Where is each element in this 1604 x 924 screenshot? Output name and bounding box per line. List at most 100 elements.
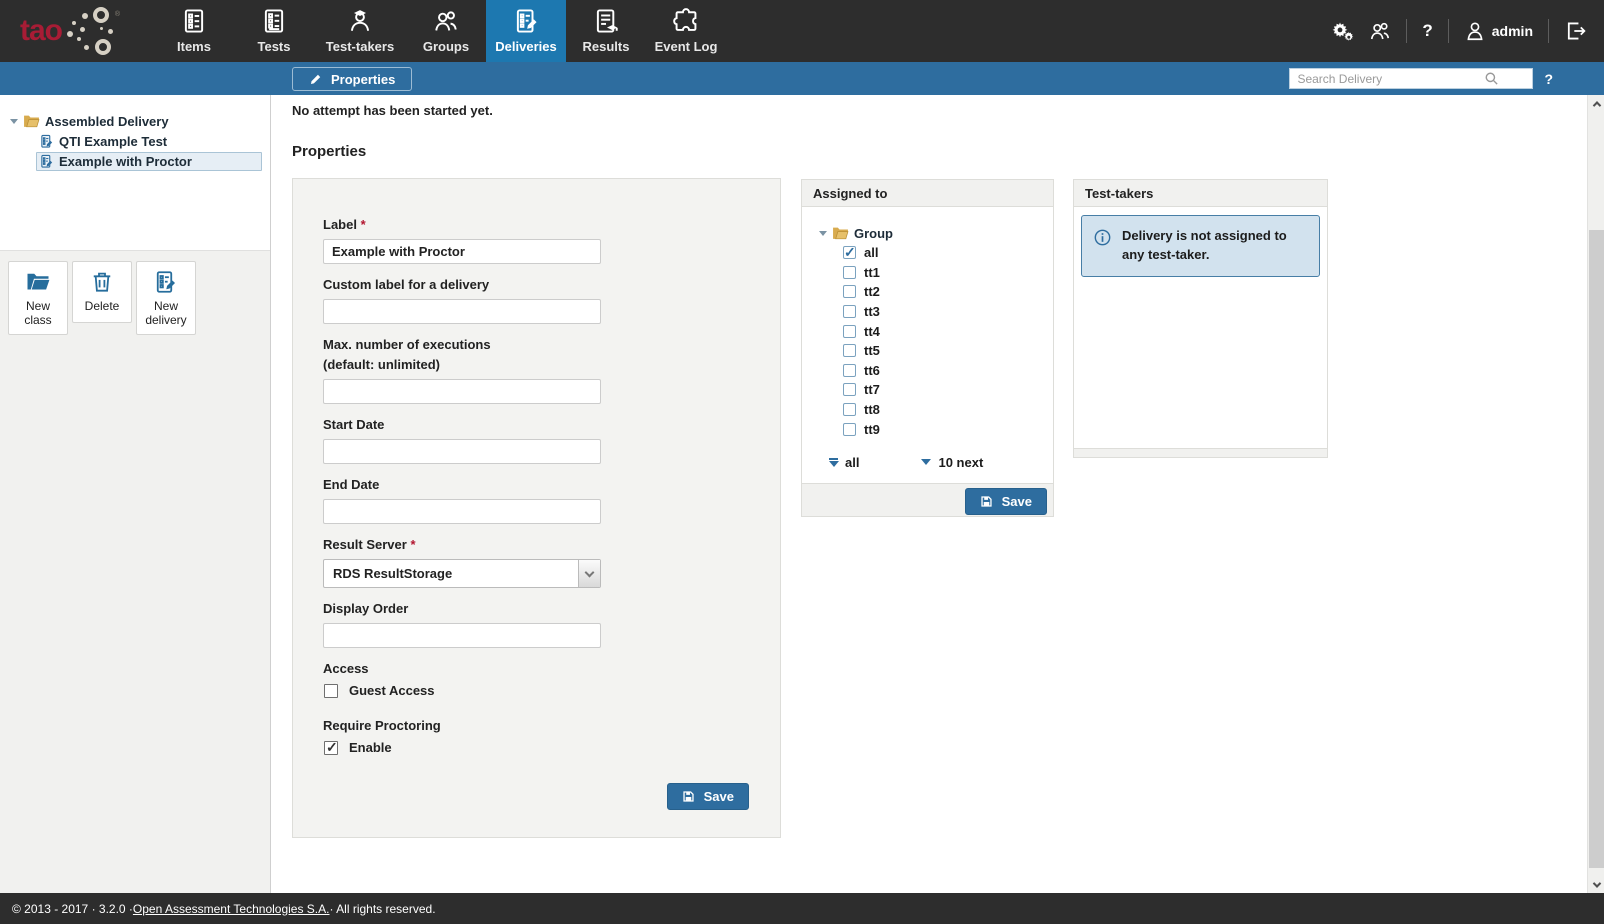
save-floppy-icon [980,495,993,508]
help-icon[interactable]: ? [1422,21,1432,41]
tree-node-example-with-proctor[interactable]: Example with Proctor [36,152,262,171]
group-tree-node[interactable]: Group [819,223,1053,243]
nav-tab-results[interactable]: Results [566,0,646,62]
show-all-link[interactable]: all [828,455,859,470]
action-button-label: New delivery [139,300,193,328]
new-class-button[interactable]: New class [8,261,68,335]
display-order-field[interactable] [323,623,601,648]
user-menu[interactable]: admin [1464,20,1533,42]
select-dropdown-button[interactable] [578,560,600,587]
chevron-down-icon [1592,879,1600,887]
resource-sidebar: Assembled Delivery QTI Example Test Exam… [0,95,271,893]
tree-node-label[interactable]: QTI Example Test [59,134,167,149]
assign-option-label[interactable]: tt5 [864,343,880,358]
assigned-to-header: Assigned to [802,180,1053,207]
assign-option-label[interactable]: tt4 [864,324,880,339]
delivery-tree: Assembled Delivery QTI Example Test Exam… [0,95,270,171]
nav-tab-test-takers[interactable]: Test-takers [314,0,406,62]
assign-option-row[interactable]: tt2 [843,282,1053,302]
user-icon [1464,20,1486,42]
result-server-select[interactable]: RDS ResultStorage [323,559,601,588]
assign-checkbox[interactable] [843,364,856,377]
scroll-up-button[interactable] [1588,95,1604,112]
tree-node-qti-example-test[interactable]: QTI Example Test [36,132,262,151]
assign-checkbox[interactable] [843,266,856,279]
settings-gears-icon[interactable] [1332,20,1354,42]
caret-down-icon[interactable] [819,231,827,236]
proctoring-enable-label: Enable [349,740,392,755]
tree-node-label[interactable]: Assembled Delivery [45,114,169,129]
nav-tab-tests[interactable]: Tests [234,0,314,62]
new-delivery-button[interactable]: New delivery [136,261,196,335]
assign-option-label[interactable]: tt3 [864,304,880,319]
nav-tab-event-log[interactable]: Event Log [646,0,726,62]
guest-access-checkbox[interactable] [324,684,338,698]
assign-checkbox[interactable] [843,383,856,396]
assign-option-label[interactable]: tt7 [864,382,880,397]
logout-icon[interactable] [1564,20,1586,42]
tao-logo[interactable]: tao ® [0,0,142,62]
info-icon [1094,229,1111,246]
assign-checkbox[interactable] [843,305,856,318]
assign-option-label[interactable]: tt8 [864,402,880,417]
assign-option-label[interactable]: tt2 [864,284,880,299]
oat-link[interactable]: Open Assessment Technologies S.A. [133,902,330,916]
assign-option-label[interactable]: all [864,245,878,260]
assign-option-row[interactable]: all [843,243,1053,263]
properties-button[interactable]: Properties [292,67,412,91]
assign-option-row[interactable]: tt8 [843,400,1053,420]
assign-option-row[interactable]: tt3 [843,302,1053,322]
assign-option-row[interactable]: tt9 [843,419,1053,439]
scrollbar-thumb[interactable] [1589,230,1604,868]
divider [1406,19,1407,43]
assign-option-row[interactable]: tt1 [843,263,1053,283]
start-date-field[interactable] [323,439,601,464]
required-asterisk: * [410,537,415,552]
max-executions-field[interactable] [323,379,601,404]
nav-tab-deliveries[interactable]: Deliveries [486,0,566,62]
action-button-label: Delete [85,300,120,314]
vertical-scrollbar[interactable] [1587,95,1604,893]
custom-label-field[interactable] [323,299,601,324]
assign-option-row[interactable]: tt7 [843,380,1053,400]
end-date-field[interactable] [323,499,601,524]
assign-checkbox[interactable] [843,246,856,259]
divider [1548,19,1549,43]
assign-checkbox[interactable] [843,423,856,436]
tree-node-label[interactable]: Example with Proctor [59,154,192,169]
assign-option-label[interactable]: tt1 [864,265,880,280]
search-help-icon[interactable]: ? [1544,71,1553,87]
next-page-link[interactable]: 10 next [921,455,983,470]
result-server-selected-value: RDS ResultStorage [324,560,578,587]
assign-checkbox[interactable] [843,285,856,298]
assign-option-label[interactable]: tt6 [864,363,880,378]
assign-option-row[interactable]: tt5 [843,341,1053,361]
assign-option-label[interactable]: tt9 [864,422,880,437]
delete-button[interactable]: Delete [72,261,132,323]
custom-label-field-label: Custom label for a delivery [323,277,750,292]
proctoring-enable-option[interactable]: Enable [324,740,750,755]
pencil-icon [309,73,322,86]
nav-tab-groups[interactable]: Groups [406,0,486,62]
guest-access-option[interactable]: Guest Access [324,683,750,698]
assigned-save-button[interactable]: Save [965,488,1047,515]
caret-down-icon[interactable] [10,119,18,124]
assign-checkbox[interactable] [843,344,856,357]
page-title: Properties [292,143,366,160]
save-button[interactable]: Save [667,783,749,810]
assign-option-row[interactable]: tt6 [843,361,1053,381]
label-field[interactable] [323,239,601,264]
tree-node-assembled-delivery[interactable]: Assembled Delivery [10,111,262,131]
label-field-label: Label * [323,217,750,232]
assign-checkbox[interactable] [843,325,856,338]
user-management-icon[interactable] [1369,20,1391,42]
search-icon[interactable] [1484,71,1499,86]
group-node-label[interactable]: Group [854,226,893,241]
nav-tab-items[interactable]: Items [154,0,234,62]
save-button-label: Save [1002,494,1032,509]
assign-option-row[interactable]: tt4 [843,321,1053,341]
proctoring-enable-checkbox[interactable] [324,741,338,755]
assign-checkbox[interactable] [843,403,856,416]
max-executions-field-label: Max. number of executions [323,337,750,352]
scroll-down-button[interactable] [1588,876,1604,893]
